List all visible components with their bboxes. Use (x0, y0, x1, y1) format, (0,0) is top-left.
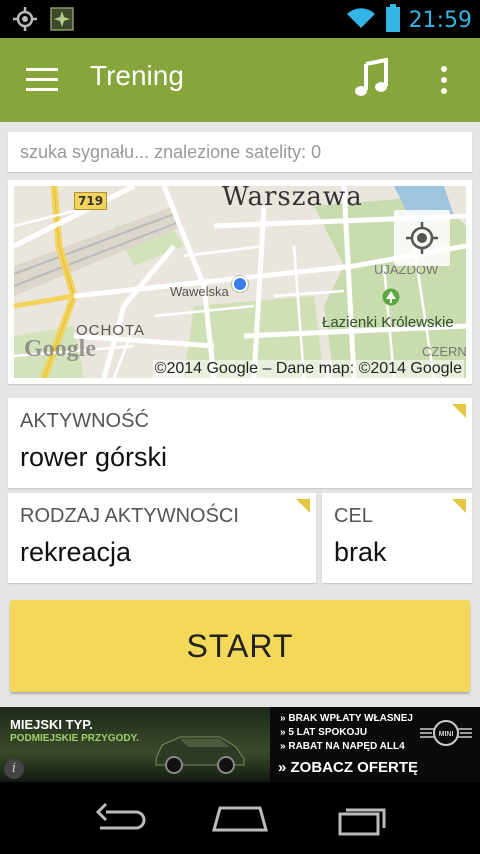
my-location-icon (406, 222, 438, 254)
map-street-label: Wawelska (170, 284, 229, 299)
home-icon[interactable] (210, 800, 270, 840)
music-note-icon[interactable] (352, 57, 392, 102)
action-bar: Trening (0, 38, 480, 122)
activity-selector[interactable]: AKTYWNOŚĆ rower górski (8, 398, 472, 488)
start-button[interactable]: START (10, 600, 470, 692)
dropdown-corner-icon (452, 499, 466, 513)
gps-status-card: szuka sygnału... znalezione satelity: 0 (8, 132, 472, 172)
clock: 21:59 (408, 7, 472, 33)
wifi-icon (345, 6, 377, 34)
activity-type-label: RODZAJ AKTYWNOŚCI (20, 505, 239, 527)
activity-type-selector[interactable]: RODZAJ AKTYWNOŚCI rekreacja (8, 493, 316, 583)
goal-label: CEL (334, 505, 373, 527)
battery-icon (385, 4, 401, 36)
ad-info-icon[interactable]: i (4, 759, 24, 779)
map-copyright: ©2014 Google – Dane map: ©2014 Google (152, 360, 464, 378)
ad-title: MIEJSKI TYP. (10, 717, 93, 732)
navigation-bar (0, 782, 480, 854)
current-position-dot-icon (232, 276, 248, 292)
goal-selector[interactable]: CEL brak (322, 493, 472, 583)
route-badge: 719 (74, 192, 108, 210)
ad-line: » 5 LAT SPOKOJU (280, 727, 368, 738)
svg-text:MINI: MINI (439, 731, 454, 738)
map-view[interactable]: Warszawa 719 Wawelska OCHOTA UJAZDÓW Łaz… (14, 186, 466, 378)
satellite-app-icon (50, 7, 74, 35)
map-district-label: CZERN (422, 344, 466, 359)
ad-image: MIEJSKI TYP. PODMIEJSKIE PRZYGODY. i (0, 707, 270, 782)
ad-line: » BRAK WPŁATY WŁASNEJ (280, 713, 413, 724)
activity-label: AKTYWNOŚĆ (20, 410, 149, 432)
overflow-menu-icon[interactable] (438, 66, 448, 96)
dropdown-corner-icon (452, 404, 466, 418)
back-icon[interactable] (92, 800, 148, 840)
status-bar: 21:59 (0, 0, 480, 38)
map-park-label: Łazienki Królewskie (322, 314, 454, 331)
gps-icon (12, 6, 38, 36)
ad-line: » RABAT NA NAPĘD ALL4 (280, 741, 405, 752)
dropdown-corner-icon (296, 499, 310, 513)
mini-logo: MINI (418, 717, 474, 751)
ad-banner[interactable]: MIEJSKI TYP. PODMIEJSKIE PRZYGODY. i » B… (0, 707, 480, 782)
my-location-button[interactable] (394, 210, 450, 266)
car-icon (150, 725, 250, 779)
menu-icon[interactable] (26, 68, 58, 92)
map-card: Warszawa 719 Wawelska OCHOTA UJAZDÓW Łaz… (8, 180, 472, 384)
map-city-label: Warszawa (222, 186, 363, 212)
ad-cta[interactable]: » ZOBACZ OFERTĘ (278, 759, 418, 776)
activity-value: rower górski (20, 442, 168, 472)
google-logo: Google (24, 336, 96, 362)
recent-apps-icon[interactable] (334, 800, 390, 840)
goal-value: brak (334, 537, 387, 567)
ad-text-panel: » BRAK WPŁATY WŁASNEJ » 5 LAT SPOKOJU » … (270, 707, 480, 782)
ad-subtitle: PODMIEJSKIE PRZYGODY. (10, 733, 139, 744)
start-button-label: START (186, 628, 294, 664)
page-title: Trening (90, 60, 184, 91)
activity-type-value: rekreacja (20, 537, 132, 567)
gps-status-text: szuka sygnału... znalezione satelity: 0 (20, 142, 322, 162)
